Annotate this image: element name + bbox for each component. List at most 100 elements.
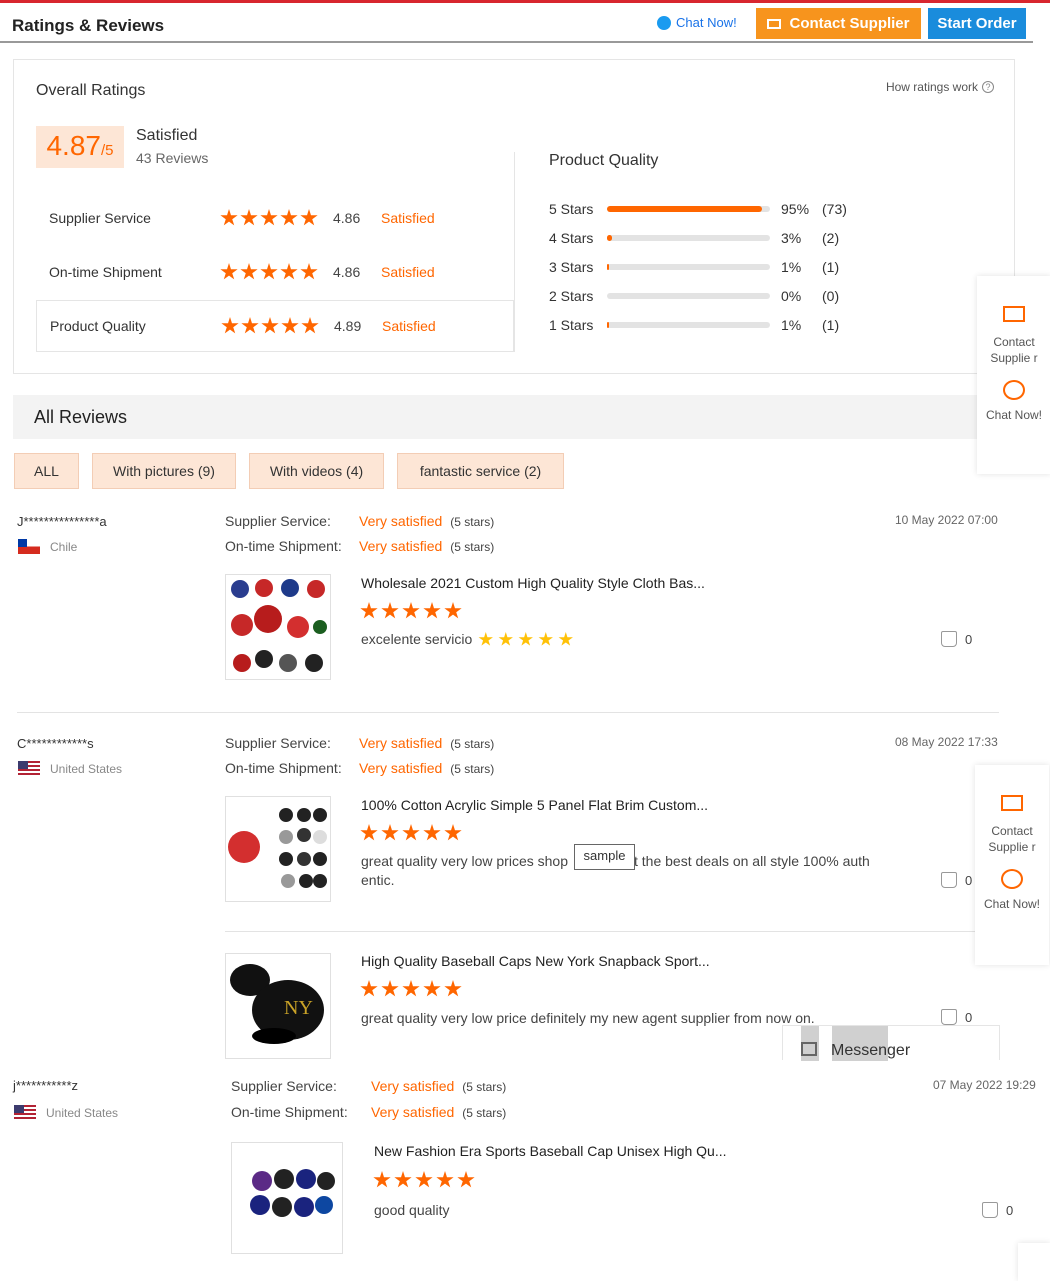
- star-icon: [381, 602, 399, 619]
- contact-supplier-button[interactable]: Contact Supplier: [756, 8, 921, 39]
- meta-label: On-time Shipment:: [225, 538, 342, 554]
- star-icon: [281, 317, 299, 334]
- star-icon: [241, 317, 259, 334]
- product-divider: [225, 931, 1000, 932]
- star-icon: [360, 980, 378, 997]
- rating-label: Supplier Service: [49, 210, 151, 226]
- how-ratings-work-label: How ratings work: [885, 80, 978, 94]
- floating-contact-widget: Contact Supplie r Chat Now!: [975, 765, 1049, 965]
- overall-score: 4.87 /5: [36, 126, 124, 168]
- rating-stars: [220, 263, 318, 281]
- how-ratings-work-link[interactable]: How ratings work ?: [886, 80, 994, 94]
- country-label: United States: [46, 1105, 119, 1120]
- start-order-button[interactable]: Start Order: [928, 8, 1026, 39]
- star-icon: [220, 263, 238, 280]
- thumbs-up-icon: [982, 1202, 998, 1218]
- product-title[interactable]: New Fashion Era Sports Baseball Cap Unis…: [374, 1143, 727, 1159]
- svg-text:NY: NY: [284, 997, 313, 1019]
- rating-value: 4.86: [333, 210, 361, 226]
- rating-row-product-quality[interactable]: Product Quality 4.89 Satisfied: [36, 300, 514, 352]
- star-icon: [373, 1171, 391, 1188]
- like-button[interactable]: 0: [982, 1202, 1013, 1218]
- star-icon: [300, 209, 318, 226]
- like-button[interactable]: 0: [941, 631, 972, 647]
- country-label: Chile: [50, 539, 78, 554]
- supplier-service-line: Supplier Service: Very satisfied (5 star…: [225, 513, 494, 529]
- count: (73): [822, 201, 847, 217]
- star-icon: [260, 209, 278, 226]
- chat-now-link[interactable]: Chat Now!: [657, 15, 737, 30]
- all-reviews-header: All Reviews: [13, 395, 1013, 439]
- meta-value: Very satisfied: [359, 760, 443, 776]
- filter-fantastic-service[interactable]: fantastic service (2): [397, 453, 564, 489]
- star-icon: [423, 980, 441, 997]
- widget-chat-now[interactable]: Chat Now!: [977, 380, 1050, 422]
- like-count: 0: [965, 872, 973, 888]
- section-title: Ratings & Reviews: [12, 16, 165, 35]
- distribution-row: 4 Stars 3% (2): [549, 228, 839, 248]
- widget-chat-label: Chat Now!: [985, 408, 1043, 422]
- product-thumbnail[interactable]: [231, 1142, 343, 1254]
- all-reviews-title: All Reviews: [34, 407, 128, 427]
- like-button[interactable]: 0: [941, 1009, 972, 1025]
- meta-stars: (5 stars): [450, 540, 495, 554]
- bar-fill: [607, 322, 610, 328]
- review-divider: [17, 712, 999, 713]
- product-title[interactable]: High Quality Baseball Caps New York Snap…: [361, 953, 710, 969]
- product-thumbnail[interactable]: [225, 796, 331, 902]
- star-icon: [444, 602, 462, 619]
- product-title[interactable]: 100% Cotton Acrylic Simple 5 Panel Flat …: [361, 797, 708, 813]
- messenger-bar[interactable]: Messenger: [782, 1025, 1000, 1061]
- bar-fill: [607, 206, 762, 212]
- product-thumbnail[interactable]: [225, 574, 331, 680]
- meta-label: Supplier Service:: [225, 513, 331, 529]
- like-count: 0: [965, 1009, 973, 1025]
- star-icon: [240, 263, 258, 280]
- count: (1): [822, 317, 840, 333]
- overall-ratings-title: Overall Ratings: [36, 82, 146, 99]
- reviewer-country: Chile: [18, 539, 77, 554]
- comment-text: great quality very low prices shop: [361, 853, 568, 869]
- divider: [514, 152, 515, 352]
- chile-flag-icon: [18, 539, 40, 554]
- contact-supplier-label: Contact Supplier: [789, 15, 910, 32]
- shipment-line: On-time Shipment: Very satisfied (5 star…: [225, 760, 494, 776]
- star-icon: [381, 824, 399, 841]
- chat-bubble-icon: [657, 15, 671, 30]
- product-title[interactable]: Wholesale 2021 Custom High Quality Style…: [361, 575, 705, 591]
- widget-contact-supplier[interactable]: Contact Supplie r: [975, 795, 1049, 855]
- star-icon: [300, 263, 318, 280]
- product-thumbnail[interactable]: NY: [225, 953, 331, 1059]
- star-icon: [558, 632, 573, 646]
- like-button[interactable]: 0: [941, 872, 972, 888]
- supplier-service-line: Supplier Service: Very satisfied (5 star…: [231, 1078, 506, 1094]
- shipment-line: On-time Shipment: Very satisfied (5 star…: [225, 538, 494, 554]
- rating-status: Satisfied: [382, 318, 436, 334]
- widget-contact-supplier[interactable]: Contact Supplie r: [977, 306, 1050, 366]
- star-icon: [381, 980, 399, 997]
- stars-label: 3 Stars: [549, 259, 594, 275]
- star-icon: [423, 824, 441, 841]
- filter-with-pictures[interactable]: With pictures (9): [92, 453, 236, 489]
- meta-stars: (5 stars): [462, 1106, 507, 1120]
- corner-widget[interactable]: [1018, 1243, 1050, 1281]
- distribution-row: 1 Stars 1% (1): [549, 315, 839, 335]
- comment-text: t the best deals on all style 100% auth: [634, 853, 870, 869]
- star-icon: [457, 1171, 475, 1188]
- percent: 3%: [781, 230, 802, 246]
- mail-icon: [1001, 795, 1023, 811]
- like-count: 0: [965, 631, 973, 647]
- distribution-bar: [607, 235, 770, 241]
- percent: 1%: [781, 259, 802, 275]
- product-rating-stars: [360, 980, 462, 998]
- title-underline: [0, 41, 1033, 43]
- widget-chat-now[interactable]: Chat Now!: [975, 869, 1049, 911]
- filter-with-videos[interactable]: With videos (4): [249, 453, 384, 489]
- envelope-icon: [767, 18, 782, 29]
- star-icon: [280, 209, 298, 226]
- percent: 1%: [781, 317, 802, 333]
- review-comment: good quality: [374, 1202, 450, 1218]
- star-icon: [423, 602, 441, 619]
- filter-all[interactable]: ALL: [14, 453, 79, 489]
- rating-status: Satisfied: [381, 264, 435, 280]
